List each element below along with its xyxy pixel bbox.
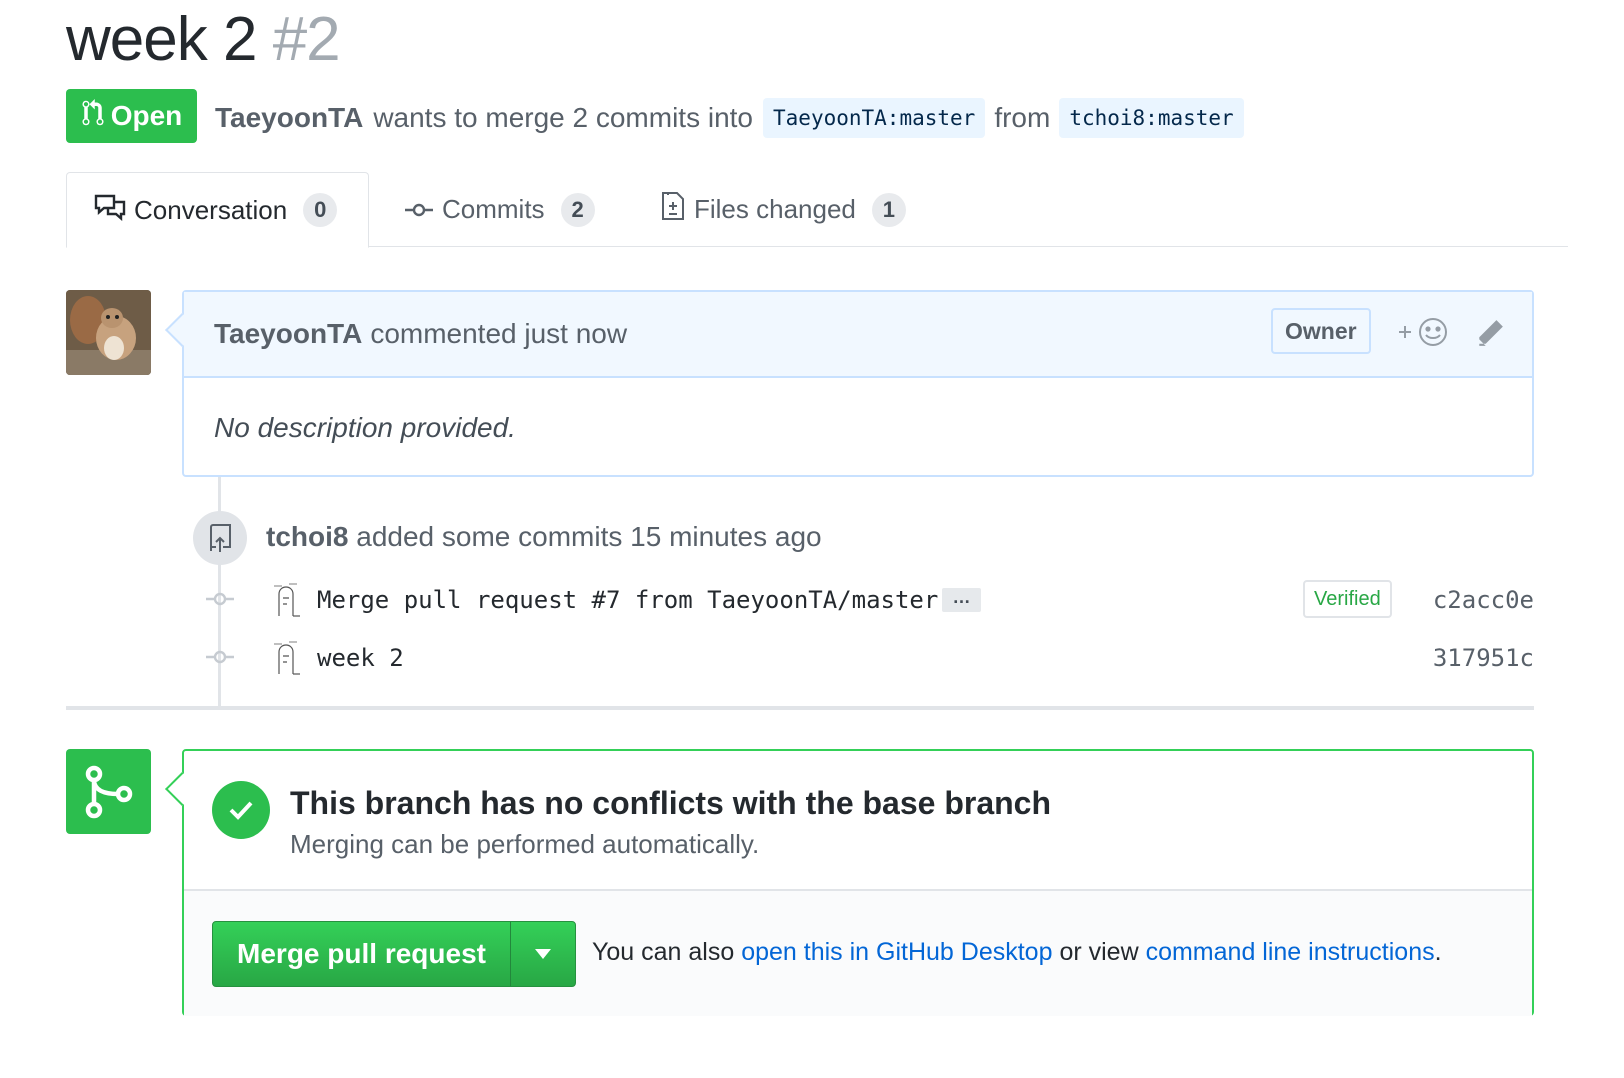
owner-label: Owner bbox=[1271, 308, 1371, 354]
pr-meta: TaeyoonTA wants to merge 2 commits into … bbox=[215, 98, 1253, 138]
triangle-down-icon[interactable] bbox=[511, 922, 575, 986]
period-text: . bbox=[1434, 938, 1442, 966]
pr-title: week 2 #2 bbox=[66, 4, 341, 75]
or-view-text: or view bbox=[1059, 938, 1139, 966]
from-text: from bbox=[994, 102, 1051, 133]
verified-badge[interactable]: Verified bbox=[1303, 580, 1392, 618]
commit-avatar[interactable] bbox=[271, 638, 301, 676]
commit-message[interactable]: week 2 bbox=[317, 644, 404, 672]
tab-commits[interactable]: Commits 2 bbox=[404, 172, 595, 247]
tab-counter: 0 bbox=[303, 193, 338, 227]
comment-action[interactable]: commented just now bbox=[370, 318, 627, 350]
state-open-badge: Open bbox=[66, 89, 197, 143]
tab-conversation[interactable]: Conversation 0 bbox=[66, 172, 369, 248]
merge-alternatives: You can also open this in GitHub Desktop… bbox=[592, 938, 1442, 967]
timeline-divider bbox=[66, 706, 1534, 710]
commit-message[interactable]: Merge pull request #7 from TaeyoonTA/mas… bbox=[317, 586, 938, 614]
tab-label: Conversation bbox=[134, 194, 288, 225]
diff-icon bbox=[660, 190, 686, 229]
also-text: You can also bbox=[592, 938, 735, 966]
git-commit-icon bbox=[205, 588, 235, 615]
git-commit-icon bbox=[404, 194, 434, 225]
pr-author-link[interactable]: TaeyoonTA bbox=[215, 102, 363, 134]
tab-files-changed[interactable]: Files changed 1 bbox=[660, 172, 906, 247]
comment-discussion-icon bbox=[94, 193, 126, 228]
timeline-action: added some commits 15 minutes ago bbox=[356, 521, 822, 552]
repo-push-icon bbox=[193, 511, 247, 565]
timeline-actor[interactable]: tchoi8 bbox=[266, 521, 348, 552]
add-reaction-button[interactable] bbox=[1397, 316, 1451, 355]
merge-button-group: Merge pull request bbox=[212, 921, 576, 987]
comment-body: No description provided. bbox=[214, 412, 516, 443]
expand-ellipsis-button[interactable]: … bbox=[942, 588, 981, 612]
check-icon bbox=[212, 781, 270, 839]
head-branch[interactable]: tchoi8:master bbox=[1059, 98, 1244, 138]
comment-box: TaeyoonTA commented just now Owner No de… bbox=[182, 290, 1534, 477]
merge-text: wants to merge 2 commits into bbox=[373, 102, 754, 133]
open-desktop-link[interactable]: open this in GitHub Desktop bbox=[741, 938, 1052, 966]
comment-header: TaeyoonTA commented just now Owner bbox=[184, 292, 1532, 378]
pr-number: #2 bbox=[272, 5, 341, 74]
commit-sha[interactable]: 317951c bbox=[1433, 644, 1534, 672]
tab-counter: 1 bbox=[871, 192, 906, 227]
timeline-event: tchoi8 added some commits 15 minutes ago bbox=[266, 521, 822, 553]
git-merge-icon bbox=[66, 749, 151, 834]
cli-instructions-link[interactable]: command line instructions bbox=[1146, 938, 1435, 966]
commit-sha[interactable]: c2acc0e bbox=[1433, 586, 1534, 614]
merge-pull-request-button[interactable]: Merge pull request bbox=[213, 922, 511, 986]
commit-row: Merge pull request #7 from TaeyoonTA/mas… bbox=[0, 580, 1568, 620]
merge-footer: Merge pull request You can also open thi… bbox=[184, 889, 1532, 1016]
tab-label: Commits bbox=[442, 194, 545, 224]
pencil-icon[interactable] bbox=[1475, 318, 1505, 355]
git-pull-request-icon bbox=[81, 98, 105, 134]
git-commit-icon bbox=[205, 646, 235, 673]
pr-tabs: Conversation 0 Commits 2 Files changed 1 bbox=[66, 172, 1568, 248]
merge-status-heading: This branch has no conflicts with the ba… bbox=[290, 785, 1052, 821]
state-label: Open bbox=[110, 100, 183, 131]
pr-title-text: week 2 bbox=[66, 5, 257, 74]
commit-avatar[interactable] bbox=[271, 580, 301, 618]
base-branch[interactable]: TaeyoonTA:master bbox=[763, 98, 986, 138]
tab-label: Files changed bbox=[694, 194, 856, 224]
comment-author[interactable]: TaeyoonTA bbox=[214, 318, 362, 350]
avatar[interactable] bbox=[66, 290, 151, 375]
merge-status-subtext: Merging can be performed automatically. bbox=[290, 829, 760, 859]
merge-box: This branch has no conflicts with the ba… bbox=[182, 749, 1534, 1016]
tab-counter: 2 bbox=[560, 192, 595, 227]
commit-row: week 2 317951c bbox=[0, 638, 1568, 678]
